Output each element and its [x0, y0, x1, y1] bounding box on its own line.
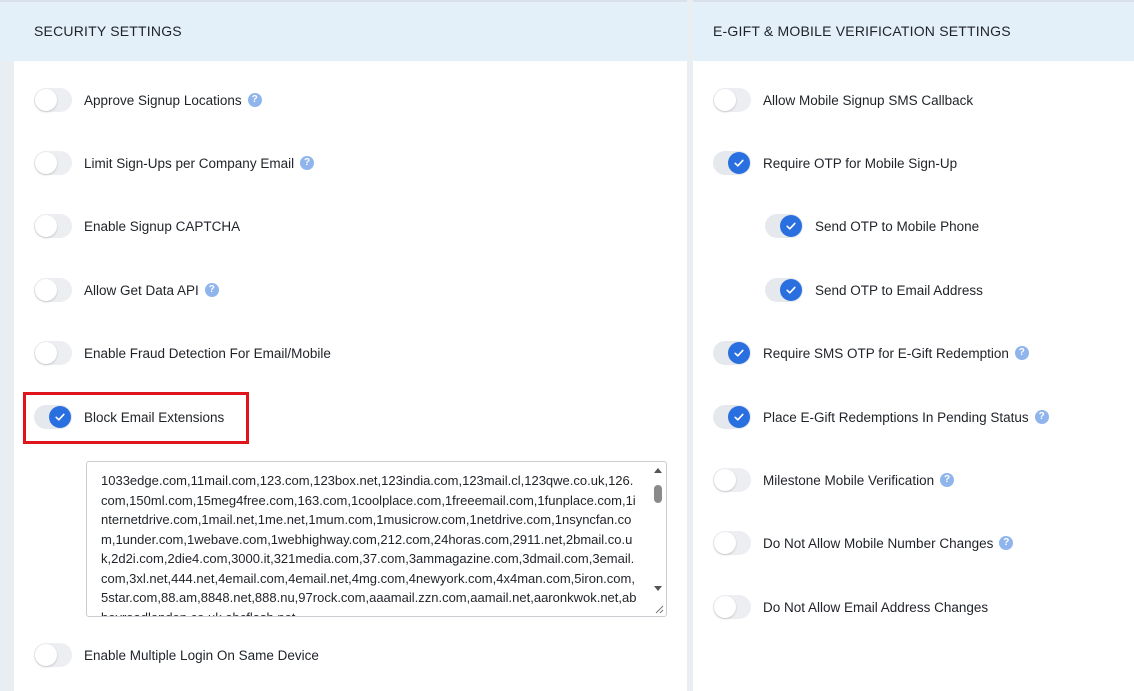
require-otp-mobile-toggle[interactable] — [713, 151, 751, 175]
setting-no-email-address-changes: Do Not Allow Email Address Changes — [713, 593, 988, 621]
question-circle-icon[interactable]: ? — [300, 156, 315, 170]
toggle-knob — [780, 279, 802, 301]
mobile-sms-callback-toggle[interactable] — [713, 88, 751, 112]
toggle-knob — [35, 152, 57, 174]
textarea-scrollbar[interactable] — [650, 462, 666, 602]
check-icon — [786, 222, 796, 230]
send-otp-mobile-toggle[interactable] — [765, 214, 803, 238]
setting-label: Allow Get Data API — [84, 282, 199, 298]
check-icon — [734, 159, 744, 167]
toggle-knob — [728, 342, 750, 364]
question-circle-icon[interactable]: ? — [247, 93, 262, 107]
check-icon — [734, 413, 744, 421]
setting-label: Enable Fraud Detection For Email/Mobile — [84, 345, 331, 361]
resize-grip-icon[interactable] — [654, 604, 664, 614]
setting-label: Send OTP to Mobile Phone — [815, 218, 980, 234]
highlight-box — [23, 392, 249, 444]
setting-label: Place E-Gift Redemptions In Pending Stat… — [763, 409, 1029, 425]
send-otp-email-toggle[interactable] — [765, 278, 803, 302]
toggle-knob — [714, 89, 736, 111]
setting-no-mobile-number-changes: Do Not Allow Mobile Number Changes ? — [713, 529, 1014, 557]
setting-enable-fraud-detection: Enable Fraud Detection For Email/Mobile — [34, 339, 331, 367]
setting-enable-multiple-login: Enable Multiple Login On Same Device — [34, 641, 319, 669]
toggle-knob — [728, 152, 750, 174]
fraud-detection-toggle[interactable] — [34, 341, 72, 365]
setting-place-egift-pending: Place E-Gift Redemptions In Pending Stat… — [713, 403, 1049, 431]
toggle-knob — [728, 406, 750, 428]
question-circle-icon[interactable]: ? — [1034, 410, 1049, 424]
milestone-verification-toggle[interactable] — [713, 468, 751, 492]
setting-label: Allow Mobile Signup SMS Callback — [763, 92, 974, 108]
setting-allow-mobile-signup-sms-callback: Allow Mobile Signup SMS Callback — [713, 86, 973, 114]
setting-require-otp-mobile-signup: Require OTP for Mobile Sign-Up — [713, 149, 957, 177]
egift-settings-title: E-GIFT & MOBILE VERIFICATION SETTINGS — [713, 23, 1011, 39]
question-circle-icon[interactable]: ? — [1014, 346, 1029, 360]
toggle-knob — [35, 644, 57, 666]
question-circle-icon[interactable]: ? — [999, 536, 1014, 550]
toggle-knob — [714, 532, 736, 554]
toggle-knob — [714, 469, 736, 491]
no-mobile-changes-toggle[interactable] — [713, 531, 751, 555]
setting-approve-signup-locations: Approve Signup Locations ? — [34, 86, 262, 114]
no-email-changes-toggle[interactable] — [713, 595, 751, 619]
require-sms-otp-egift-toggle[interactable] — [713, 341, 751, 365]
setting-require-sms-otp-egift: Require SMS OTP for E-Gift Redemption ? — [713, 339, 1029, 367]
approve-signup-locations-toggle[interactable] — [34, 88, 72, 112]
setting-label: Enable Signup CAPTCHA — [84, 218, 241, 234]
setting-label: Require OTP for Mobile Sign-Up — [763, 155, 958, 171]
egift-pending-toggle[interactable] — [713, 405, 751, 429]
signup-captcha-toggle[interactable] — [34, 214, 72, 238]
security-settings-header: SECURITY SETTINGS — [0, 0, 687, 61]
question-circle-icon[interactable]: ? — [204, 283, 219, 297]
blocked-email-extensions-textarea[interactable]: 1033edge.com,11mail.com,123.com,123box.n… — [86, 461, 667, 617]
toggle-knob — [780, 215, 802, 237]
check-icon — [786, 286, 796, 294]
setting-label: Approve Signup Locations — [84, 92, 242, 108]
toggle-knob — [35, 279, 57, 301]
setting-limit-signups-per-company-email: Limit Sign-Ups per Company Email ? — [34, 149, 315, 177]
setting-label: Do Not Allow Email Address Changes — [763, 599, 989, 615]
security-settings-title: SECURITY SETTINGS — [34, 23, 182, 39]
scroll-down-arrow-icon[interactable] — [654, 586, 662, 591]
setting-enable-signup-captcha: Enable Signup CAPTCHA — [34, 212, 240, 240]
toggle-knob — [35, 342, 57, 364]
check-icon — [734, 349, 744, 357]
setting-send-otp-mobile-phone: Send OTP to Mobile Phone — [765, 212, 979, 240]
limit-signups-toggle[interactable] — [34, 151, 72, 175]
toggle-knob — [35, 89, 57, 111]
scroll-up-arrow-icon[interactable] — [654, 468, 662, 473]
blocked-extensions-text: 1033edge.com,11mail.com,123.com,123box.n… — [101, 473, 637, 617]
setting-label: Enable Multiple Login On Same Device — [84, 647, 319, 663]
setting-send-otp-email-address: Send OTP to Email Address — [765, 276, 983, 304]
question-circle-icon[interactable]: ? — [940, 473, 955, 487]
setting-label: Send OTP to Email Address — [815, 282, 983, 298]
get-data-api-toggle[interactable] — [34, 278, 72, 302]
egift-settings-header: E-GIFT & MOBILE VERIFICATION SETTINGS — [693, 0, 1134, 61]
setting-label: Do Not Allow Mobile Number Changes — [763, 535, 994, 551]
multiple-login-toggle[interactable] — [34, 643, 72, 667]
toggle-knob — [714, 596, 736, 618]
setting-label: Milestone Mobile Verification — [763, 472, 935, 488]
setting-label: Limit Sign-Ups per Company Email — [84, 155, 295, 171]
toggle-knob — [35, 215, 57, 237]
setting-allow-get-data-api: Allow Get Data API ? — [34, 276, 219, 304]
setting-milestone-mobile-verification: Milestone Mobile Verification ? — [713, 466, 955, 494]
setting-label: Require SMS OTP for E-Gift Redemption — [763, 345, 1009, 361]
scroll-thumb[interactable] — [654, 485, 662, 503]
